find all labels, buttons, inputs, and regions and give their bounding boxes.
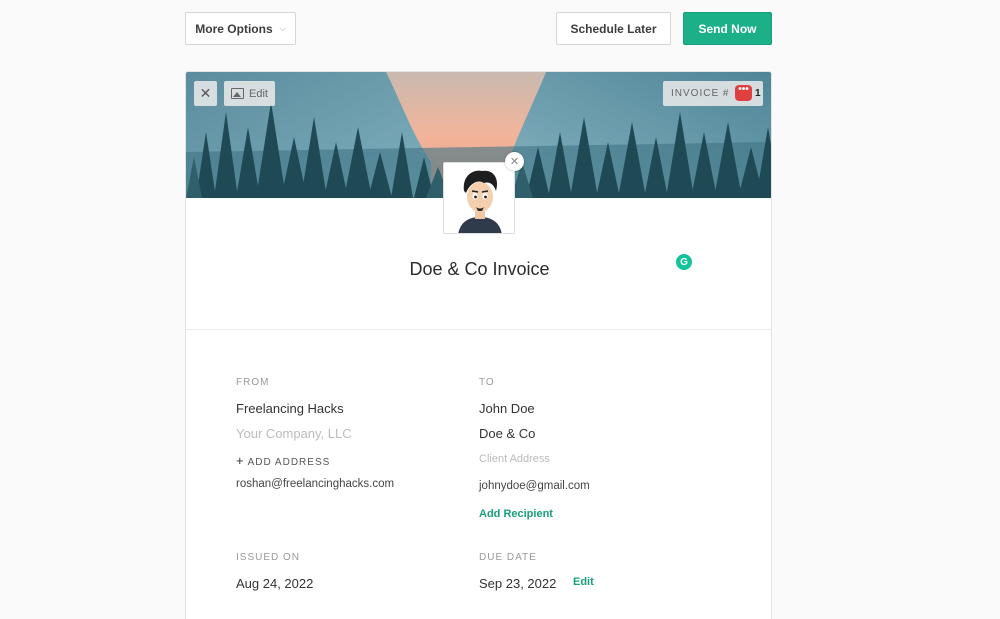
add-recipient-link[interactable]: Add Recipient [479, 508, 553, 520]
close-icon: ✕ [509, 156, 520, 168]
schedule-later-label: Schedule Later [570, 21, 657, 36]
to-email[interactable]: johnydoe@gmail.com [479, 480, 590, 492]
avatar[interactable] [443, 162, 515, 234]
due-date-label: DUE DATE [479, 552, 537, 563]
send-now-label: Send Now [698, 21, 757, 36]
more-options-label: More Options [195, 21, 273, 36]
from-email[interactable]: roshan@freelancinghacks.com [236, 478, 394, 490]
chevron-down-icon: ⌵ [279, 23, 286, 33]
more-options-button[interactable]: More Options ⌵ [185, 12, 296, 45]
issued-on-value[interactable]: Aug 24, 2022 [236, 576, 313, 591]
plus-icon: + [236, 453, 244, 468]
divider [186, 329, 771, 330]
invoice-number-label: INVOICE # [671, 88, 730, 99]
schedule-later-button[interactable]: Schedule Later [556, 12, 671, 45]
image-icon [231, 88, 245, 99]
due-date-value[interactable]: Sep 23, 2022 [479, 576, 556, 591]
toolbar: More Options ⌵ Schedule Later Send Now [0, 0, 1000, 60]
grammarly-icon[interactable]: G [676, 254, 692, 270]
from-company-field[interactable]: Your Company, LLC [236, 426, 352, 441]
edit-banner-label: Edit [249, 87, 268, 100]
invoice-card: ✕ Edit INVOICE # 1 ••• 1 ✕ [185, 71, 772, 619]
add-address-button[interactable]: + ADD ADDRESS [236, 453, 330, 468]
client-address-field[interactable]: Client Address [479, 453, 550, 465]
invoice-number-field[interactable]: INVOICE # 1 ••• 1 [663, 81, 763, 106]
remove-avatar-button[interactable]: ✕ [505, 152, 524, 171]
close-icon: ✕ [199, 85, 212, 101]
from-name[interactable]: Freelancing Hacks [236, 401, 344, 416]
issued-on-label: ISSUED ON [236, 552, 301, 563]
due-date-edit-link[interactable]: Edit [573, 576, 594, 588]
to-company[interactable]: Doe & Co [479, 426, 535, 441]
edit-banner-button[interactable]: Edit [224, 81, 275, 106]
to-name[interactable]: John Doe [479, 401, 535, 416]
send-now-button[interactable]: Send Now [683, 12, 772, 45]
add-address-label: ADD ADDRESS [247, 457, 331, 468]
from-label: FROM [236, 377, 270, 388]
to-label: TO [479, 377, 495, 388]
more-dots-icon[interactable]: ••• [735, 85, 752, 101]
remove-banner-button[interactable]: ✕ [194, 81, 217, 106]
invoice-number-end: 1 [755, 88, 761, 99]
